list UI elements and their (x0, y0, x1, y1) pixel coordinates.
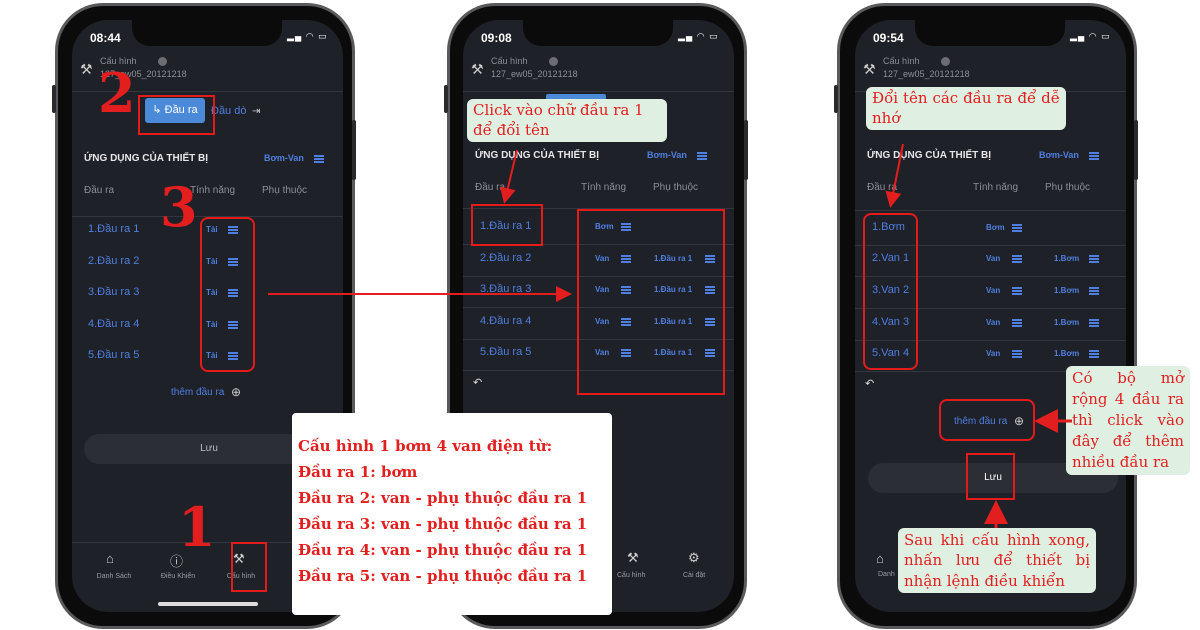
annotation-arrows (268, 143, 1072, 528)
arrow-to-output1 (500, 149, 518, 204)
arrow-to-renamed (885, 143, 904, 208)
